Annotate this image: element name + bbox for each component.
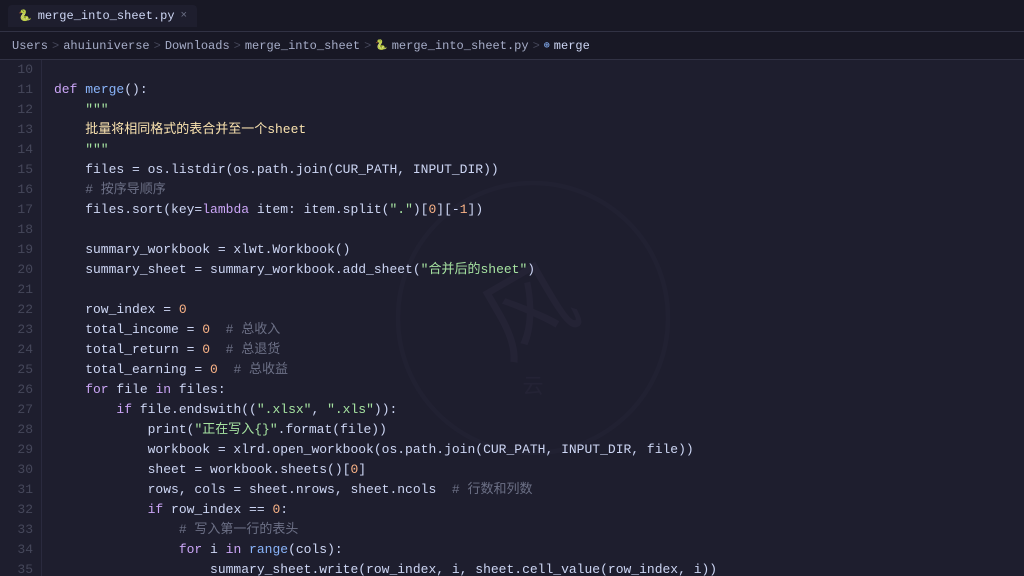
tab-filename: merge_into_sheet.py (38, 9, 175, 23)
breadcrumb-merge-into-sheet[interactable]: merge_into_sheet (245, 39, 360, 53)
code-editor: 10 11 12 13 14 15 16 17 18 19 20 21 22 2… (0, 60, 1024, 576)
code-line-12: """ (54, 100, 1024, 120)
breadcrumb-ahuiuniverse[interactable]: ahuiuniverse (63, 39, 149, 53)
line-num-21: 21 (4, 280, 33, 300)
breadcrumb-function[interactable]: merge (554, 39, 590, 53)
code-line-15: files = os.listdir(os.path.join(CUR_PATH… (54, 160, 1024, 180)
code-line-18 (54, 220, 1024, 240)
line-numbers-gutter: 10 11 12 13 14 15 16 17 18 19 20 21 22 2… (0, 60, 42, 576)
breadcrumb-sep-3: > (234, 39, 241, 53)
code-line-21 (54, 280, 1024, 300)
line-num-35: 35 (4, 560, 33, 576)
code-line-30: sheet = workbook.sheets()[0] (54, 460, 1024, 480)
line-num-12: 12 (4, 100, 33, 120)
close-tab-icon[interactable]: × (181, 10, 188, 22)
breadcrumb-sep-4: > (364, 39, 371, 53)
line-num-10: 10 (4, 60, 33, 80)
code-line-31: rows, cols = sheet.nrows, sheet.ncols # … (54, 480, 1024, 500)
breadcrumb-sep-5: > (533, 39, 540, 53)
function-breadcrumb-icon: ⊕ (544, 40, 550, 52)
breadcrumb-sep-2: > (154, 39, 161, 53)
code-line-24: total_return = 0 # 总退货 (54, 340, 1024, 360)
breadcrumb-sep-1: > (52, 39, 59, 53)
code-line-33: # 写入第一行的表头 (54, 520, 1024, 540)
breadcrumb-downloads[interactable]: Downloads (165, 39, 230, 53)
line-num-31: 31 (4, 480, 33, 500)
code-line-27: if file.endswith((".xlsx", ".xls")): (54, 400, 1024, 420)
python-file-icon: 🐍 (18, 9, 32, 23)
line-num-14: 14 (4, 140, 33, 160)
line-num-27: 27 (4, 400, 33, 420)
code-line-23: total_income = 0 # 总收入 (54, 320, 1024, 340)
line-num-33: 33 (4, 520, 33, 540)
line-num-32: 32 (4, 500, 33, 520)
line-num-22: 22 (4, 300, 33, 320)
line-num-13: 13 (4, 120, 33, 140)
line-num-19: 19 (4, 240, 33, 260)
code-content[interactable]: 风 云 def merge(): """ 批量将相同格式的表合并至一个sheet… (42, 60, 1024, 576)
line-num-16: 16 (4, 180, 33, 200)
code-line-32: if row_index == 0: (54, 500, 1024, 520)
code-line-29: workbook = xlrd.open_workbook(os.path.jo… (54, 440, 1024, 460)
breadcrumb-filename[interactable]: merge_into_sheet.py (392, 39, 529, 53)
code-line-10 (54, 60, 1024, 80)
line-num-15: 15 (4, 160, 33, 180)
code-line-13: 批量将相同格式的表合并至一个sheet (54, 120, 1024, 140)
code-line-28: print("正在写入{}".format(file)) (54, 420, 1024, 440)
code-line-16: # 按序导顺序 (54, 180, 1024, 200)
breadcrumb-users[interactable]: Users (12, 39, 48, 53)
code-line-19: summary_workbook = xlwt.Workbook() (54, 240, 1024, 260)
code-line-22: row_index = 0 (54, 300, 1024, 320)
line-num-11: 11 (4, 80, 33, 100)
line-num-28: 28 (4, 420, 33, 440)
code-line-11: def merge(): (54, 80, 1024, 100)
line-num-30: 30 (4, 460, 33, 480)
line-num-17: 17 (4, 200, 33, 220)
line-num-23: 23 (4, 320, 33, 340)
line-num-24: 24 (4, 340, 33, 360)
breadcrumb: Users > ahuiuniverse > Downloads > merge… (0, 32, 1024, 60)
code-line-25: total_earning = 0 # 总收益 (54, 360, 1024, 380)
line-num-25: 25 (4, 360, 33, 380)
line-num-34: 34 (4, 540, 33, 560)
python-breadcrumb-icon: 🐍 (375, 40, 387, 52)
code-line-17: files.sort(key=lambda item: item.split("… (54, 200, 1024, 220)
title-bar: 🐍 merge_into_sheet.py × (0, 0, 1024, 32)
code-line-34: for i in range(cols): (54, 540, 1024, 560)
code-line-20: summary_sheet = summary_workbook.add_she… (54, 260, 1024, 280)
code-line-14: """ (54, 140, 1024, 160)
line-num-18: 18 (4, 220, 33, 240)
editor-tab[interactable]: 🐍 merge_into_sheet.py × (8, 5, 197, 27)
code-line-35: summary_sheet.write(row_index, i, sheet.… (54, 560, 1024, 576)
code-line-26: for file in files: (54, 380, 1024, 400)
line-num-29: 29 (4, 440, 33, 460)
line-num-20: 20 (4, 260, 33, 280)
line-num-26: 26 (4, 380, 33, 400)
